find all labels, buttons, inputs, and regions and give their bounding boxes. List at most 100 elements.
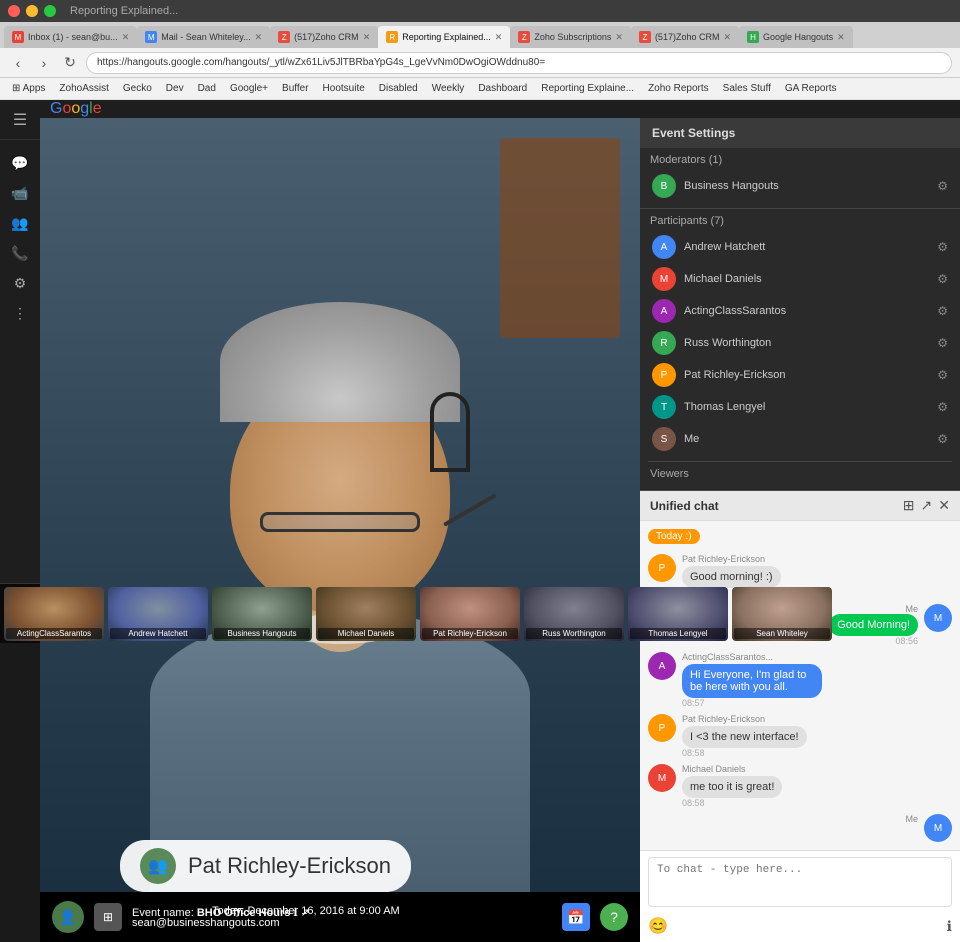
thumbnail-andrew[interactable]: Andrew Hatchett (108, 587, 208, 641)
chat-popout-icon[interactable]: ↗ (921, 497, 933, 514)
tab-close-icon[interactable]: ✕ (615, 32, 623, 43)
tab-hangouts[interactable]: H Google Hangouts ✕ (739, 26, 853, 48)
participants-label: Participants (7) (650, 215, 950, 227)
tab-close-icon[interactable]: ✕ (255, 32, 263, 43)
moderators-label: Moderators (1) (650, 154, 950, 166)
msg-bubble-2: Good Morning! (829, 614, 918, 636)
sidebar-icon-video[interactable]: 📹 (5, 178, 35, 208)
apps-bookmark[interactable]: ⊞ Apps (8, 81, 49, 96)
chat-header-icons: ⊞ ↗ ✕ (903, 497, 950, 514)
badge-avatar-icon: 👥 (140, 848, 176, 884)
traffic-light-yellow[interactable] (26, 5, 38, 17)
today-badge: Today :) (648, 529, 700, 544)
participant-gear-icon[interactable]: ⚙ (937, 368, 948, 382)
ga-bookmark[interactable]: GA Reports (781, 81, 841, 96)
moderators-section: Moderators (1) B Business Hangouts ⚙ (640, 148, 960, 209)
window-title: Reporting Explained... (70, 5, 178, 17)
participant-gear-icon[interactable]: ⚙ (937, 240, 948, 254)
event-email: sean@businesshangouts.com (132, 917, 400, 929)
me-label-2: Me (905, 814, 918, 824)
tab-close-icon[interactable]: ✕ (495, 32, 503, 43)
sales-bookmark[interactable]: Sales Stuff (719, 81, 775, 96)
reporting-bookmark[interactable]: Reporting Explaine... (537, 81, 638, 96)
sidebar-icon-phone[interactable]: 📞 (5, 238, 35, 268)
msg-content-6: Me (905, 814, 918, 824)
tab-close-icon[interactable]: ✕ (723, 32, 731, 43)
tab-zoho2[interactable]: Z (517)Zoho CRM ✕ (631, 26, 739, 48)
msg-content-3: ActingClassSarantos... Hi Everyone, I'm … (682, 652, 822, 708)
calendar-button[interactable]: 📅 (562, 903, 590, 931)
participants-section: Participants (7) A Andrew Hatchett ⚙ M M… (640, 209, 960, 461)
participant-gear-icon[interactable]: ⚙ (937, 400, 948, 414)
menu-icon[interactable]: ☰ (13, 110, 27, 130)
tab-gmail[interactable]: M Inbox (1) - sean@bu... ✕ (4, 26, 137, 48)
tab-close-icon[interactable]: ✕ (122, 32, 130, 43)
thumbnail-acting[interactable]: ActingClassSarantos (4, 587, 104, 641)
tab-zoho1[interactable]: Z (517)Zoho CRM ✕ (270, 26, 378, 48)
participant-row-me: S Me ⚙ (650, 423, 950, 455)
tab-mail[interactable]: M Mail - Sean Whiteley... ✕ (137, 26, 270, 48)
weekly-bookmark[interactable]: Weekly (428, 81, 469, 96)
tab-label: Inbox (1) - sean@bu... (28, 32, 118, 42)
msg-sender-3: ActingClassSarantos... (682, 652, 822, 662)
sidebar-icon-people[interactable]: 👥 (5, 208, 35, 238)
buffer-bookmark[interactable]: Buffer (278, 81, 313, 96)
thumbnail-russ[interactable]: Russ Worthington (524, 587, 624, 641)
tab-label: Mail - Sean Whiteley... (161, 32, 250, 42)
left-sidebar: ☰ 💬 📹 👥 📞 ⚙ ⋮ (0, 100, 40, 583)
forward-button[interactable]: › (34, 53, 54, 73)
msg-time-2: 08:56 (829, 636, 918, 646)
thumbnail-sean[interactable]: Sean Whiteley (732, 587, 832, 641)
msg-time-3: 08:57 (682, 698, 822, 708)
chat-close-icon[interactable]: ✕ (938, 497, 950, 514)
back-button[interactable]: ‹ (8, 53, 28, 73)
me-label-1: Me (829, 604, 918, 614)
participant-gear-icon[interactable]: ⚙ (937, 272, 948, 286)
chat-expand-icon[interactable]: ⊞ (903, 497, 915, 514)
event-settings-panel: Event Settings Moderators (1) B Business… (640, 118, 960, 491)
participant-name-andrew: Andrew Hatchett (684, 241, 929, 253)
gecko-bookmark[interactable]: Gecko (119, 81, 156, 96)
moderator-gear-icon[interactable]: ⚙ (937, 179, 948, 193)
help-button[interactable]: ? (600, 903, 628, 931)
participant-gear-icon[interactable]: ⚙ (937, 304, 948, 318)
hootsuite-bookmark[interactable]: Hootsuite (319, 81, 369, 96)
thumbnail-pat[interactable]: Pat Richley-Erickson (420, 587, 520, 641)
event-layout-toggle[interactable]: ⊞ (94, 903, 122, 931)
dad-bookmark[interactable]: Dad (194, 81, 220, 96)
traffic-light-red[interactable] (8, 5, 20, 17)
tab-close-icon[interactable]: ✕ (837, 32, 845, 43)
dev-bookmark[interactable]: Dev (162, 81, 188, 96)
tab-close-icon[interactable]: ✕ (363, 32, 371, 43)
googleplus-bookmark[interactable]: Google+ (226, 81, 272, 96)
zohoassist-bookmark[interactable]: ZohoAssist (55, 81, 112, 96)
address-bar[interactable]: https://hangouts.google.com/hangouts/_yt… (86, 52, 952, 74)
thumbnail-business[interactable]: Business Hangouts (212, 587, 312, 641)
participant-gear-icon[interactable]: ⚙ (937, 336, 948, 350)
thumbnail-thomas[interactable]: Thomas Lengyel (628, 587, 728, 641)
disabled-bookmark[interactable]: Disabled (375, 81, 422, 96)
thumbnail-michael[interactable]: Michael Daniels (316, 587, 416, 641)
emoji-button[interactable]: 😊 (648, 916, 668, 936)
thumbnail-label-michael: Michael Daniels (318, 628, 414, 639)
zoho-reports-bookmark[interactable]: Zoho Reports (644, 81, 713, 96)
participant-row-michael: M Michael Daniels ⚙ (650, 263, 950, 295)
app-header-sidebar: ☰ (0, 100, 40, 140)
chat-input[interactable] (648, 857, 952, 907)
sidebar-icon-more[interactable]: ⋮ (5, 298, 35, 328)
sidebar-icon-chat[interactable]: 💬 (5, 148, 35, 178)
msg-sender-5: Michael Daniels (682, 764, 782, 774)
unified-chat-panel: Unified chat ⊞ ↗ ✕ Today :) (640, 491, 960, 942)
tab-label: (517)Zoho CRM (294, 32, 359, 42)
refresh-button[interactable]: ↻ (60, 53, 80, 73)
tab-reporting[interactable]: R Reporting Explained... ✕ (378, 26, 510, 48)
info-button[interactable]: ℹ (947, 918, 952, 935)
dashboard-bookmark[interactable]: Dashboard (474, 81, 531, 96)
tab-zoho-sub[interactable]: Z Zoho Subscriptions ✕ (510, 26, 631, 48)
msg-avatar-michael: M (648, 764, 676, 792)
sidebar-icon-settings[interactable]: ⚙ (5, 268, 35, 298)
address-text: https://hangouts.google.com/hangouts/_yt… (97, 57, 545, 68)
participant-avatar-me: S (652, 427, 676, 451)
participant-gear-icon[interactable]: ⚙ (937, 432, 948, 446)
traffic-light-green[interactable] (44, 5, 56, 17)
